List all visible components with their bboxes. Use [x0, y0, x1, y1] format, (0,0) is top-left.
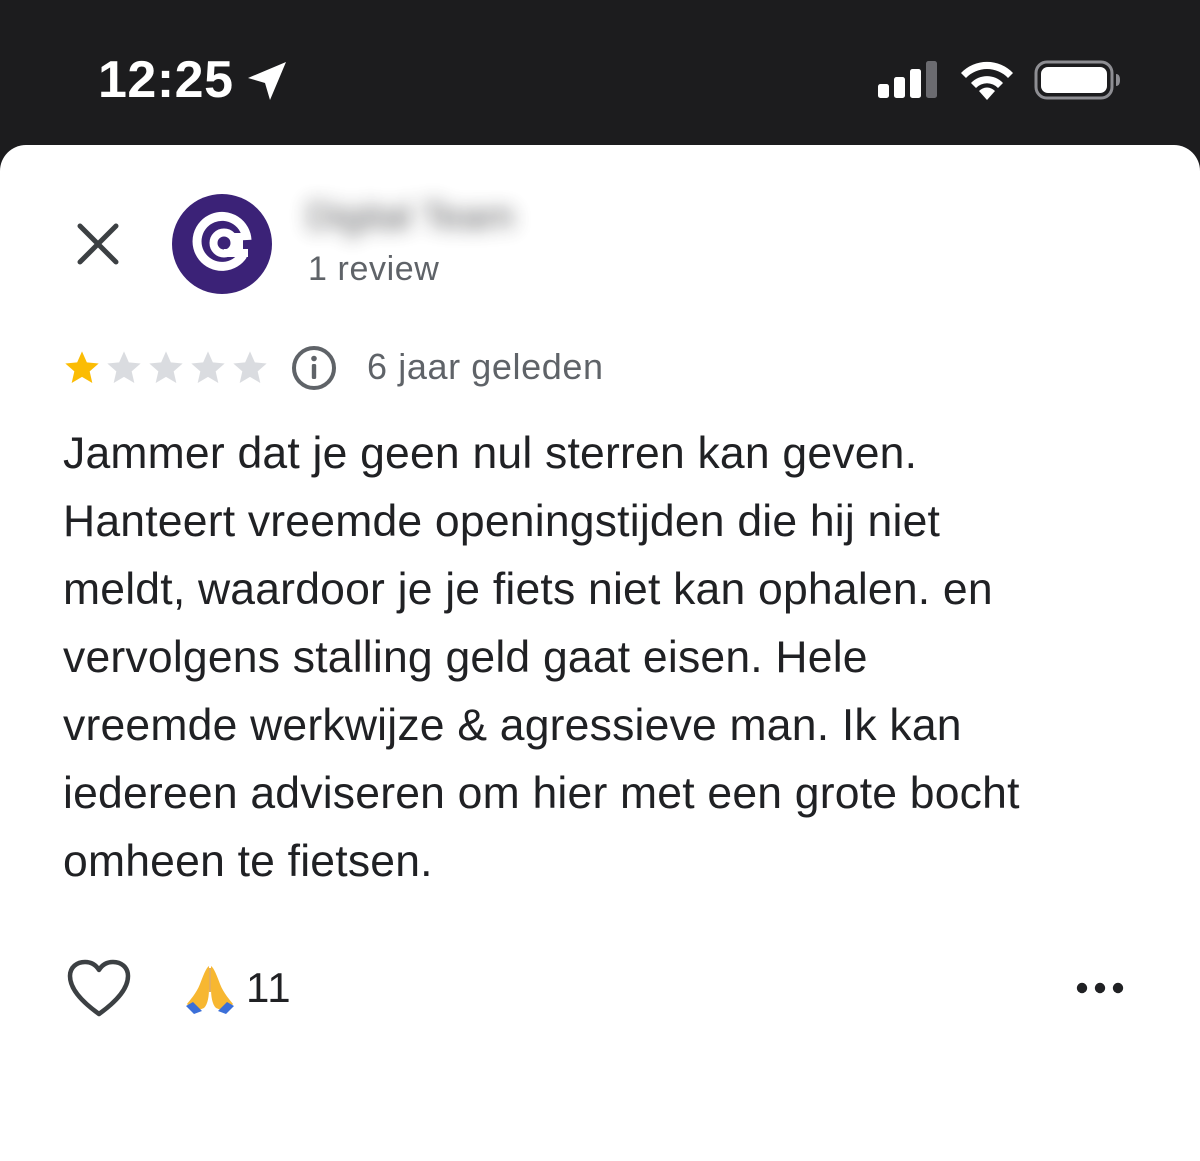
review-text-line: Jammer dat je geen nul sterren kan geven…	[63, 429, 918, 478]
review-count: 1 review	[308, 250, 440, 288]
avatar[interactable]	[172, 194, 272, 294]
review-text-line: meldt, waardoor je je fiets niet kan oph…	[63, 565, 993, 614]
review-text: Jammer dat je geen nul sterren kan geven…	[63, 420, 1153, 896]
folded-hands-icon[interactable]	[184, 962, 236, 1014]
info-icon[interactable]	[290, 344, 338, 392]
star-empty-icon	[149, 351, 183, 383]
star-empty-icon	[191, 351, 225, 383]
star-filled-icon	[65, 351, 99, 383]
more-horizontal-icon[interactable]	[1070, 970, 1130, 1006]
status-time: 12:25	[98, 51, 234, 109]
heart-icon[interactable]	[66, 958, 132, 1020]
star-empty-icon	[107, 351, 141, 383]
review-date: 6 jaar geleden	[367, 346, 604, 387]
review-text-line: omheen te fietsen.	[63, 837, 433, 886]
review-text-line: vervolgens stalling geld gaat eisen. Hel…	[63, 633, 868, 682]
review-text-line: vreemde werkwijze & agressieve man. Ik k…	[63, 701, 962, 750]
reaction-count: 11	[246, 964, 292, 1011]
star-rating	[62, 348, 270, 388]
wifi-icon	[961, 61, 1013, 100]
location-arrow-icon	[248, 62, 286, 100]
reviewer-name[interactable]: Digital Team	[306, 196, 514, 239]
at-sign-logo	[192, 211, 252, 271]
status-bar: 12:25	[0, 0, 1200, 150]
cellular-signal-icon	[878, 61, 937, 98]
battery-icon	[1034, 60, 1120, 100]
close-icon[interactable]	[72, 218, 124, 270]
review-text-line: iedereen adviseren om hier met een grote…	[63, 769, 1020, 818]
review-text-line: Hanteert vreemde openingstijden die hij …	[63, 497, 941, 546]
star-empty-icon	[233, 351, 267, 383]
